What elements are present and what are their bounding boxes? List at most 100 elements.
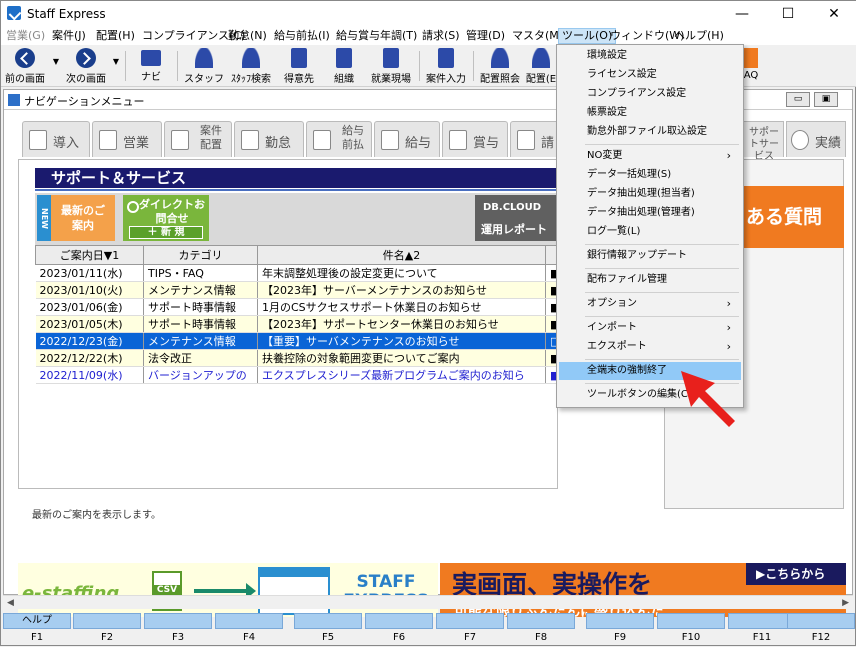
column-subject[interactable]: 件名▲2 — [257, 245, 546, 265]
menu-attendance[interactable]: 勤怠(N) — [225, 28, 270, 44]
faq-button[interactable]: AQ — [741, 47, 761, 85]
direct-inquiry-button[interactable]: ダイレクトお問合せ ＋ 新 規 — [123, 195, 209, 241]
toolbar-separator — [419, 51, 420, 81]
f12-button[interactable]: F12 — [787, 613, 855, 645]
table-row[interactable]: 2022/11/09(水) バージョンアップの エクスプレスシリーズ最新プログラ… — [35, 366, 576, 384]
menu-item-options[interactable]: オプション › — [559, 295, 741, 313]
row-subject: 1月のCSサクセスサポート休業日のお知らせ — [257, 298, 546, 316]
menu-item-import[interactable]: インポート › — [559, 319, 741, 337]
menu-salary-bonus[interactable]: 給与賞与年調(T) — [333, 28, 420, 44]
f1-help-button[interactable]: ヘルプ F1 — [3, 613, 71, 645]
column-date[interactable]: ご案内日▼1 — [35, 245, 144, 265]
client-button[interactable]: 得意先 — [277, 47, 321, 85]
salary-advance-icon — [313, 130, 331, 150]
db-cloud-label: DB.CLOUD — [483, 202, 541, 213]
new-badge: NEW — [37, 195, 51, 241]
tab-salary[interactable]: 給与 — [374, 121, 440, 157]
menu-item-log-list[interactable]: ログ一覧(L) — [559, 223, 741, 241]
table-row[interactable]: 2023/01/06(金) サポート時事情報 1月のCSサクセスサポート休業日の… — [35, 298, 576, 316]
db-cloud-report-button[interactable]: DB.CLOUD 運用レポート — [475, 195, 559, 241]
tab-attendance[interactable]: 勤怠 — [234, 121, 304, 157]
menu-item-extract-staff[interactable]: データ抽出処理(担当者) — [559, 185, 741, 203]
horizontal-scrollbar[interactable]: ◀ ▶ — [3, 595, 853, 609]
back-button[interactable]: 前の画面 — [3, 47, 47, 85]
project-entry-button[interactable]: 案件入力 — [423, 47, 469, 85]
tab-project-placement[interactable]: 案件配置 — [164, 121, 232, 157]
table-row[interactable]: 2023/01/11(水) TIPS・FAQ 年末調整処理後の設定変更について … — [35, 264, 576, 282]
f4-button[interactable]: F4 — [215, 613, 283, 645]
organization-label: 組織 — [334, 74, 354, 85]
menu-item-license-settings[interactable]: ライセンス設定 — [559, 66, 741, 84]
f6-button[interactable]: F6 — [365, 613, 433, 645]
forward-button[interactable]: 次の画面 — [63, 47, 109, 85]
menu-item-batch-process[interactable]: データ一括処理(S) — [559, 166, 741, 184]
tab-billing[interactable]: 請 — [510, 121, 560, 157]
operations-report-label: 運用レポート — [481, 223, 547, 236]
table-row[interactable]: 2023/01/05(木) サポート時事情報 【2023年】サポートセンター休業… — [35, 315, 576, 333]
menu-item-no-change[interactable]: NO変更 › — [559, 147, 741, 165]
nav-minimize-button[interactable]: ▭ — [786, 92, 810, 107]
f3-button[interactable]: F3 — [144, 613, 212, 645]
menu-help[interactable]: ヘルプ(H) — [671, 28, 727, 44]
project-entry-icon — [438, 48, 454, 68]
column-category[interactable]: カテゴリ — [143, 245, 258, 265]
menu-item-export[interactable]: エクスポート › — [559, 338, 741, 356]
tab-label: 給与前払 — [342, 124, 364, 151]
placement-inquiry-button[interactable]: 配置照会 — [477, 47, 523, 85]
pointer-arrow-icon — [681, 371, 735, 427]
app-window: Staff Express — ☐ ✕ 営業(G) 案件(J) 配置(H) コン… — [0, 0, 856, 646]
f8-button[interactable]: F8 — [507, 613, 575, 645]
menu-item-distribution-files[interactable]: 配布ファイル管理 — [559, 271, 741, 289]
menu-item-extract-admin[interactable]: データ抽出処理(管理者) — [559, 204, 741, 222]
tab-salary-advance[interactable]: 給与前払 — [306, 121, 372, 157]
staff-button[interactable]: スタッフ — [183, 47, 225, 85]
f11-button[interactable]: F11 — [728, 613, 796, 645]
faq-banner[interactable]: ある質問 — [740, 186, 844, 248]
tab-bonus[interactable]: 賞与 — [442, 121, 508, 157]
staff-search-button[interactable]: ｽﾀｯﾌ検索 — [227, 47, 275, 85]
minimize-button[interactable]: — — [719, 1, 765, 27]
menu-item-bank-update[interactable]: 銀行情報アップデート — [559, 247, 741, 265]
menu-item-label: 勤怠外部ファイル取込設定 — [587, 126, 707, 137]
scroll-right-icon[interactable]: ▶ — [842, 598, 849, 608]
f2-button[interactable]: F2 — [73, 613, 141, 645]
table-row[interactable]: 2023/01/10(火) メンテナンス情報 【2023年】サーバーメンテナンス… — [35, 281, 576, 299]
menu-placement[interactable]: 配置(H) — [93, 28, 138, 44]
tab-introduction[interactable]: 導入 — [22, 121, 90, 157]
maximize-button[interactable]: ☐ — [765, 1, 811, 27]
tab-label: 実績 — [815, 136, 842, 151]
menu-salary-advance[interactable]: 給与前払(I) — [271, 28, 333, 44]
f5-button[interactable]: F5 — [294, 613, 362, 645]
close-button[interactable]: ✕ — [811, 1, 856, 27]
scroll-left-icon[interactable]: ◀ — [7, 598, 14, 608]
menu-projects[interactable]: 案件(J) — [49, 28, 89, 44]
f9-button[interactable]: F9 — [586, 613, 654, 645]
submenu-arrow-icon: › — [726, 321, 731, 334]
menu-admin[interactable]: 管理(D) — [463, 28, 508, 44]
workplace-icon — [383, 48, 399, 68]
f7-button[interactable]: F7 — [436, 613, 504, 645]
nav-maximize-button[interactable]: ▣ — [814, 92, 838, 107]
fkey-face — [215, 613, 283, 629]
navi-button[interactable]: ナビ — [131, 47, 171, 85]
table-row-selected[interactable]: 2022/12/23(金) メンテナンス情報 【重要】サーバメンテナンスのお知ら… — [35, 332, 576, 350]
menu-item-form-settings[interactable]: 帳票設定 — [559, 104, 741, 122]
table-row[interactable]: 2022/12/22(木) 法令改正 扶養控除の対象範囲変更についてご案内 ■扶 — [35, 349, 576, 367]
menu-sales[interactable]: 営業(G) — [3, 28, 48, 44]
menu-item-attendance-import-settings[interactable]: 勤怠外部ファイル取込設定 — [559, 123, 741, 141]
menu-item-compliance-settings[interactable]: コンプライアンス設定 — [559, 85, 741, 103]
salary-icon — [381, 130, 399, 150]
placement-button[interactable]: 配置(E — [525, 47, 557, 85]
menu-billing[interactable]: 請求(S) — [419, 28, 463, 44]
workplace-button[interactable]: 就業現場 — [367, 47, 415, 85]
tab-sales[interactable]: 営業 — [92, 121, 162, 157]
menu-item-environment-settings[interactable]: 環境設定 — [559, 47, 741, 65]
organization-button[interactable]: 組織 — [323, 47, 365, 85]
new-inquiry-button[interactable]: ＋ 新 規 — [129, 226, 203, 239]
click-here-link[interactable]: ▶こちらから — [746, 563, 846, 585]
placement-inquiry-icon — [491, 48, 509, 68]
tab-results[interactable]: 実績 — [786, 121, 846, 157]
latest-news-button[interactable]: NEW 最新のご案内 — [37, 195, 115, 241]
f10-button[interactable]: F10 — [657, 613, 725, 645]
tab-support-service[interactable]: サポートサービス — [742, 121, 784, 162]
